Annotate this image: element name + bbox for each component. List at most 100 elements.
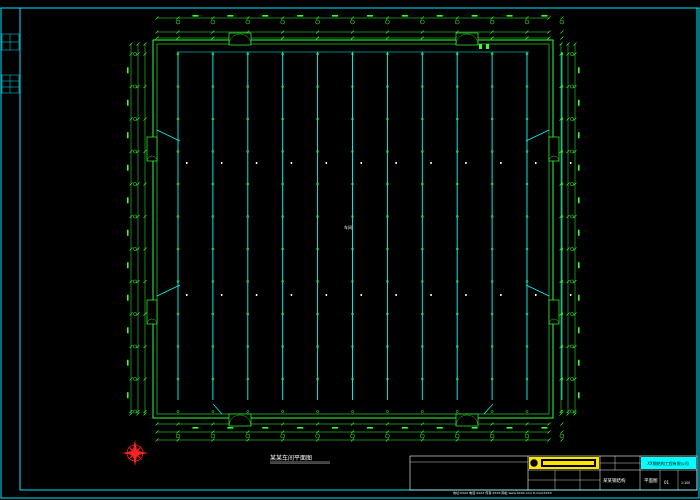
title-block: XX钢结构工程有限公司 某某钢结构 平面图 01 1:100 地址:XXXX 电…	[409, 455, 698, 495]
axis-bubble	[454, 19, 460, 25]
brace-line	[212, 403, 223, 415]
dimension-text	[227, 427, 234, 429]
dimension-text	[227, 15, 234, 17]
dimension-text	[366, 427, 373, 429]
dimension-text	[127, 197, 129, 204]
floor-plan	[127, 15, 580, 442]
column-node	[281, 410, 285, 413]
dimension-text	[578, 327, 580, 334]
axis-bubble	[133, 312, 137, 316]
axis-bubble	[133, 344, 137, 349]
axis-bubble	[210, 433, 216, 439]
dimension-text	[297, 15, 304, 17]
grid-marker	[430, 162, 432, 164]
grid-marker	[500, 294, 502, 296]
axis-bubble	[133, 247, 137, 251]
dimension-text	[262, 15, 269, 17]
axis-bubble	[570, 117, 574, 121]
axis-bubble	[489, 19, 495, 25]
axis-bubble	[570, 409, 574, 414]
sheet-number: 01	[664, 480, 670, 485]
axis-bubble	[420, 19, 425, 25]
outer-frame	[0, 7, 700, 499]
axis-bubble	[385, 19, 390, 25]
axis-bubble	[570, 182, 574, 186]
dimension-text	[127, 294, 129, 301]
axis-bubble	[454, 433, 460, 439]
column-node	[386, 410, 389, 413]
axis-bubble	[175, 433, 181, 439]
axis-bubble	[133, 214, 137, 219]
dimension-tick	[560, 430, 564, 434]
grid-marker	[255, 294, 258, 296]
grid-marker	[535, 162, 537, 164]
axis-bubble	[570, 247, 574, 251]
axis-bubble	[570, 279, 574, 284]
brace-line	[156, 129, 181, 142]
brace-line	[525, 129, 550, 142]
dimension-text	[578, 164, 580, 171]
downpipe-marker	[479, 44, 482, 49]
axis-bubble	[245, 433, 251, 439]
axis-bubble	[570, 84, 574, 89]
dimension-text	[192, 15, 199, 17]
dimension-text	[578, 197, 580, 204]
grid-marker	[569, 294, 572, 296]
dimension-text	[127, 262, 129, 269]
brace-line	[156, 284, 181, 297]
door-swing-icon	[228, 413, 252, 427]
grid-marker	[430, 294, 432, 296]
dimension-text	[401, 427, 408, 429]
grid-marker	[290, 162, 293, 164]
grid-marker	[220, 294, 223, 296]
axis-bubble	[350, 433, 355, 439]
project-name: 某某钢结构	[603, 477, 626, 484]
dimension-text	[578, 67, 580, 74]
column-node	[246, 410, 250, 413]
dimension-text	[578, 262, 580, 269]
dimension-text	[192, 427, 199, 429]
axis-bubble	[133, 117, 137, 121]
dimension-text	[127, 359, 129, 366]
axis-bubble	[280, 433, 285, 439]
downpipe-marker	[486, 44, 489, 49]
axis-bubble	[133, 377, 137, 381]
door-swing-icon	[455, 413, 479, 427]
axis-bubble	[570, 214, 574, 219]
compass-rose-icon	[122, 440, 148, 466]
footer-contact-line: 地址:XXXX 电话:XXXX 传真:XXXX 网址:www.XXXX.com …	[453, 490, 552, 495]
axis-bubble	[210, 19, 216, 25]
grid-marker	[500, 162, 502, 164]
dimension-text	[471, 15, 478, 17]
grid-marker	[186, 294, 188, 296]
company-logo-icon	[529, 458, 539, 468]
axis-bubble	[420, 433, 425, 439]
grid-marker	[465, 162, 467, 164]
column-node	[525, 410, 529, 413]
grid-marker	[360, 162, 362, 164]
grid-marker	[395, 162, 397, 164]
axis-bubble	[133, 182, 137, 186]
column-node	[316, 410, 319, 413]
axis-bubble	[350, 19, 355, 25]
sheet-name: 平面图	[644, 478, 658, 484]
company-name: XX钢结构工程有限公司	[647, 460, 688, 466]
axis-bubble	[133, 279, 137, 284]
room-label: 车间	[344, 224, 352, 230]
door-swing-icon	[228, 32, 252, 46]
dimension-text	[127, 99, 129, 106]
door-swing-icon	[455, 32, 479, 46]
axis-bubble	[175, 19, 181, 25]
axis-bubble	[570, 377, 574, 381]
dimension-text	[578, 229, 580, 236]
dimension-text	[436, 427, 443, 429]
dimension-text	[127, 392, 129, 399]
grid-marker	[290, 294, 293, 296]
column-node	[176, 410, 180, 413]
grid-marker	[395, 294, 397, 296]
dimension-text	[541, 15, 548, 17]
axis-bubble	[570, 52, 574, 56]
axis-bubble	[133, 52, 137, 56]
axis-bubble	[245, 19, 251, 25]
dimension-text	[541, 427, 548, 429]
